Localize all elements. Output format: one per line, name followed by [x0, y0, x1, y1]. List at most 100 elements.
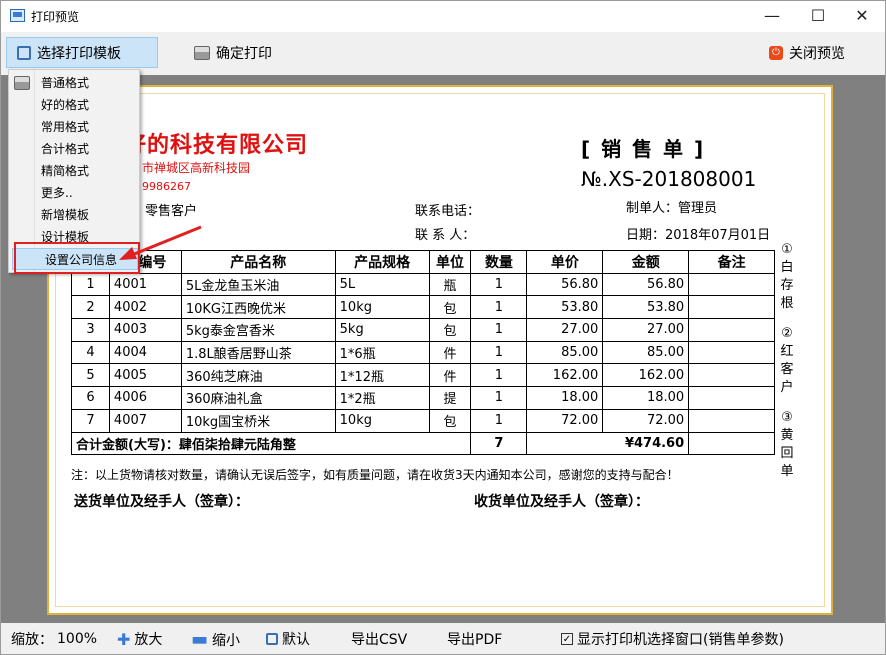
table-cell: 53.80	[526, 295, 604, 320]
menu-item-label: 普通格式	[41, 76, 90, 90]
company-address: 市禅城区高新科技园	[142, 161, 251, 175]
table-cell: 包	[428, 408, 472, 433]
table-cell: 1*12瓶	[334, 363, 430, 388]
table-cell: 1	[470, 363, 528, 388]
plus-icon: ✚	[117, 629, 131, 649]
table-cell: 包	[428, 318, 472, 342]
delivery-signature-label: 送货单位及经手人（签章）：	[74, 494, 249, 510]
zoom-reset-icon	[266, 633, 278, 645]
contact-phone-label: 联系电话：	[415, 204, 481, 219]
table-cell: 6	[71, 386, 110, 410]
table-cell: 1	[470, 318, 528, 342]
menu-item-good-format[interactable]: 好的格式	[9, 94, 139, 116]
confirm-print-button[interactable]: 确定打印	[184, 37, 282, 68]
close-button[interactable]: ✕	[839, 1, 885, 32]
table-cell: 360纯芝麻油	[180, 363, 336, 388]
date-label: 日期：	[626, 228, 666, 243]
document-title: [ 销 售 单 ]	[581, 137, 706, 161]
table-row: 1 4001 5L金龙鱼玉米油 5L 瓶 1 56.80 56.80	[71, 272, 775, 297]
table-cell: 4004	[108, 340, 182, 365]
table-cell	[688, 386, 775, 410]
column-header: 产品规格	[334, 250, 430, 274]
default-zoom-button[interactable]: 默认	[266, 629, 310, 649]
menu-item-label: 常用格式	[41, 120, 90, 134]
maximize-button[interactable]: ☐	[795, 1, 841, 32]
menu-item-normal-format[interactable]: 普通格式	[9, 72, 139, 94]
table-cell: 72.00	[602, 408, 690, 433]
table-cell: 5L金龙鱼玉米油	[180, 272, 336, 297]
table-cell: 85.00	[526, 340, 604, 365]
table-cell: 162.00	[602, 363, 690, 388]
menu-item-label: 更多..	[41, 186, 73, 200]
table-cell: 56.80	[602, 272, 690, 297]
export-csv-button[interactable]: 导出CSV	[351, 629, 407, 649]
table-cell: 1	[470, 295, 528, 320]
confirm-print-label: 确定打印	[216, 45, 272, 62]
table-cell: 1.8L酿香居野山茶	[180, 340, 336, 365]
printer-icon	[14, 76, 30, 90]
table-cell: 1	[470, 272, 528, 297]
select-template-label: 选择打印模板	[37, 45, 121, 62]
menu-item-new-template[interactable]: 新增模板	[9, 204, 139, 226]
export-pdf-button[interactable]: 导出PDF	[447, 629, 502, 649]
table-cell: 72.00	[526, 408, 604, 433]
table-cell: 27.00	[526, 318, 604, 342]
show-printer-label: 显示打印机选择窗口(销售单参数)	[577, 632, 784, 648]
window-title: 打印预览	[31, 10, 80, 24]
checkbox-icon: ✓	[561, 633, 573, 645]
date-value: 2018年07月01日	[665, 228, 771, 243]
table-cell: 1*6瓶	[334, 340, 430, 365]
column-header: 产品名称	[180, 250, 336, 274]
sales-table: 号 品编号 产品名称 产品规格 单位 数量 单价 金额 备注 140015L金龙…	[70, 250, 775, 456]
zoom-in-label: 放大	[134, 632, 163, 648]
table-row: 2 4002 10KG江西晚优米 10kg 包 1 53.80 53.80	[71, 295, 775, 320]
company-phone: 9986267	[142, 180, 191, 193]
select-template-button[interactable]: 选择打印模板	[6, 37, 158, 68]
menu-item-simple-format[interactable]: 精简格式	[9, 160, 139, 182]
copy-yellow-receipt: ③黄回单	[780, 410, 794, 479]
table-cell: 85.00	[602, 340, 690, 365]
total-quantity: 7	[470, 431, 528, 456]
menu-item-more[interactable]: 更多..	[9, 182, 139, 204]
table-cell	[688, 295, 775, 320]
copy-red-customer: ②红客户	[780, 326, 794, 395]
document-number: №.XS-201808001	[581, 167, 757, 191]
table-cell: 360麻油礼盒	[180, 386, 336, 410]
highlight-box	[14, 242, 140, 274]
document-note: 注：以上货物请核对数量，请确认无误后签字，如有质量问题，请在收货3天内通知本公司…	[71, 468, 679, 482]
table-cell: 2	[71, 295, 110, 320]
print-page: 好的科技有限公司 市禅城区高新科技园 9986267 [ 销 售 单 ] №.X…	[47, 85, 833, 615]
column-header: 单位	[428, 250, 472, 274]
table-cell: 4007	[108, 408, 182, 433]
menu-item-label: 好的格式	[41, 98, 90, 112]
table-cell: 5kg泰金宫香米	[180, 318, 336, 342]
zoom-out-label: 缩小	[212, 632, 241, 649]
date-field: 日期：2018年07月01日	[626, 224, 770, 243]
show-printer-checkbox[interactable]: ✓ 显示打印机选择窗口(销售单参数)	[561, 629, 784, 649]
total-remark	[688, 431, 775, 456]
table-cell: 3	[71, 318, 110, 342]
table-cell: 10KG江西晚优米	[180, 295, 336, 320]
table-cell: 4001	[108, 272, 182, 297]
zoom-in-button[interactable]: ✚ 放大	[117, 629, 162, 649]
table-cell: 包	[428, 295, 472, 320]
maker-value: 管理员	[678, 201, 718, 216]
table-cell	[688, 340, 775, 365]
zoom-out-button[interactable]: ▬ 缩小	[191, 629, 240, 650]
total-label: 合计金额(大写)：肆佰柒拾肆元陆角整	[70, 431, 472, 456]
table-cell: 4003	[108, 318, 182, 342]
default-label: 默认	[282, 632, 310, 648]
close-preview-label: 关闭预览	[789, 45, 845, 62]
template-icon	[17, 45, 31, 60]
table-cell: 1*2瓶	[334, 386, 430, 410]
app-icon	[10, 9, 25, 22]
close-preview-button[interactable]: ⏻ 关闭预览	[759, 37, 855, 68]
table-cell: 4	[71, 340, 110, 365]
copy-white-stub: ①白存根	[780, 242, 794, 311]
table-cell: 5	[71, 363, 110, 388]
menu-item-common-format[interactable]: 常用格式	[9, 116, 139, 138]
status-bar: 缩放： 100% ✚ 放大 ▬ 缩小 默认 导出CSV 导出PDF ✓ 显示打印…	[1, 623, 885, 654]
minimize-button[interactable]: —	[749, 1, 795, 32]
table-cell: 162.00	[526, 363, 604, 388]
menu-item-total-format[interactable]: 合计格式	[9, 138, 139, 160]
